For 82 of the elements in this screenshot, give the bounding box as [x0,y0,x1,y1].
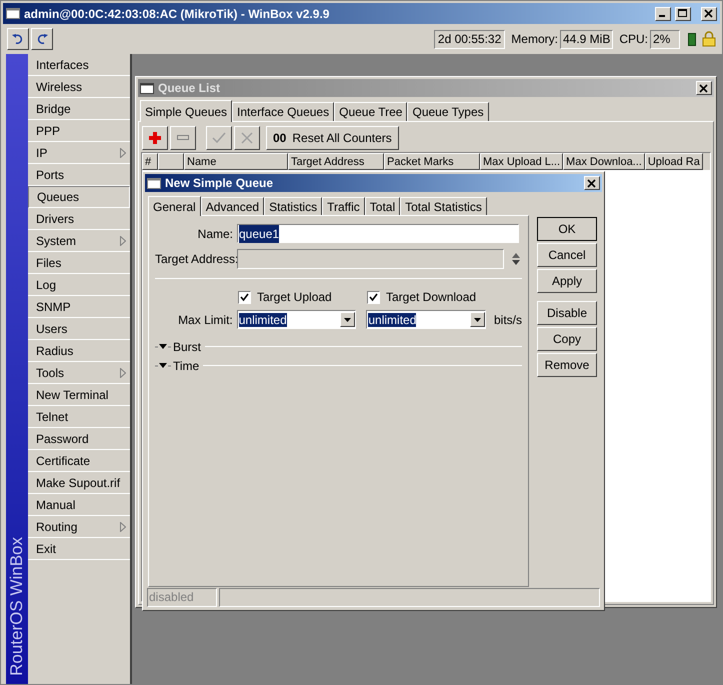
column-header[interactable]: Packet Marks [384,153,480,170]
remove-button[interactable] [170,126,196,150]
target-address-field[interactable] [237,249,504,269]
tab[interactable]: Simple Queues [140,100,232,122]
add-button[interactable] [142,126,168,150]
checkbox[interactable] [367,290,380,304]
checkbox-label: Target Upload [257,289,332,306]
check-icon [212,132,226,144]
checkbox-label: Target Download [386,289,476,306]
spin-arrows-icon[interactable] [511,253,521,265]
collapse-toggle-icon[interactable] [155,344,171,350]
unit-label: bits/s [494,312,522,328]
memory-label: Memory: [511,31,558,48]
minus-icon [177,135,189,141]
close-icon [587,178,597,188]
column-header[interactable]: Max Downloa... [563,153,645,170]
checkbox[interactable] [238,290,251,304]
status-field: disabled [147,588,217,607]
tab[interactable]: Total [364,197,400,215]
reset-counters-button[interactable]: 00 Reset All Counters [266,126,399,150]
dropdown-arrow-icon [344,318,352,322]
undo-icon [12,33,24,45]
column-header[interactable] [158,153,184,170]
submenu-arrow-icon [120,148,126,158]
window-title: admin@00:0C:42:03:08:AC (MikroTik) - WinBox v2.9.9 [24,6,330,22]
window-icon [6,8,20,19]
close-button[interactable] [701,6,717,20]
close-icon [699,84,709,92]
name-field[interactable]: queue1 [237,224,519,243]
submenu-arrow-icon [120,522,126,532]
column-header[interactable]: # [142,153,158,170]
max-limit-dropdown[interactable]: unlimited [236,310,356,329]
menu-item[interactable]: Queues [28,186,130,208]
column-header[interactable]: Upload Ra [644,153,703,170]
tab[interactable]: Traffic [322,197,365,215]
column-header[interactable]: Target Address [288,153,384,170]
column-header[interactable]: Name [184,153,288,170]
uptime-field: 2d 00:55:32 [434,30,506,48]
redo-icon [36,33,48,45]
tab[interactable]: Queue Types [407,102,489,121]
plus-icon [149,132,161,144]
dialog-button[interactable]: OK [537,217,597,241]
tab[interactable]: Total Statistics [400,197,487,215]
maximize-icon [678,9,688,18]
window-icon [147,178,161,188]
dialog-button[interactable]: Remove [537,353,597,377]
section-title: Burst [173,338,202,356]
column-header[interactable]: Max Upload L... [480,153,564,170]
dialog-button[interactable]: Disable [537,301,597,325]
name-label: Name: [196,226,233,242]
window-title: Queue List [158,80,220,97]
tab[interactable]: Interface Queues [232,102,334,121]
minimize-button[interactable] [655,6,671,20]
cpu-label: CPU: [619,31,648,48]
section-title: Time [173,358,200,374]
undo-button[interactable] [7,28,29,50]
brand-label: RouterOS WinBox [6,537,28,676]
close-button[interactable] [696,81,712,95]
submenu-arrow-icon [120,236,126,246]
window-title: New Simple Queue [165,175,274,192]
tab[interactable]: Statistics [264,197,322,215]
dropdown-arrow-icon [474,318,481,322]
tab[interactable]: General [148,196,201,216]
lock-icon [702,31,716,47]
tab[interactable]: Queue Tree [334,102,408,121]
dialog-button[interactable]: Apply [537,269,597,293]
status-indicator-icon [688,32,696,46]
cpu-field: 2% [650,30,680,48]
max-limit-label: Max Limit: [177,312,233,328]
dialog-button[interactable]: Copy [537,327,597,351]
submenu-arrow-icon [120,368,126,378]
close-icon [704,9,714,18]
close-button[interactable] [584,176,600,190]
cross-icon [241,132,253,144]
redo-button[interactable] [31,28,53,50]
memory-field: 44.9 MiB [560,30,614,48]
dialog-button[interactable]: Cancel [537,243,597,267]
maximize-button[interactable] [675,6,691,20]
tab[interactable]: Advanced [200,197,264,215]
collapse-toggle-icon[interactable] [155,362,171,368]
max-limit-dropdown[interactable]: unlimited [366,310,486,329]
window-icon [140,82,154,94]
